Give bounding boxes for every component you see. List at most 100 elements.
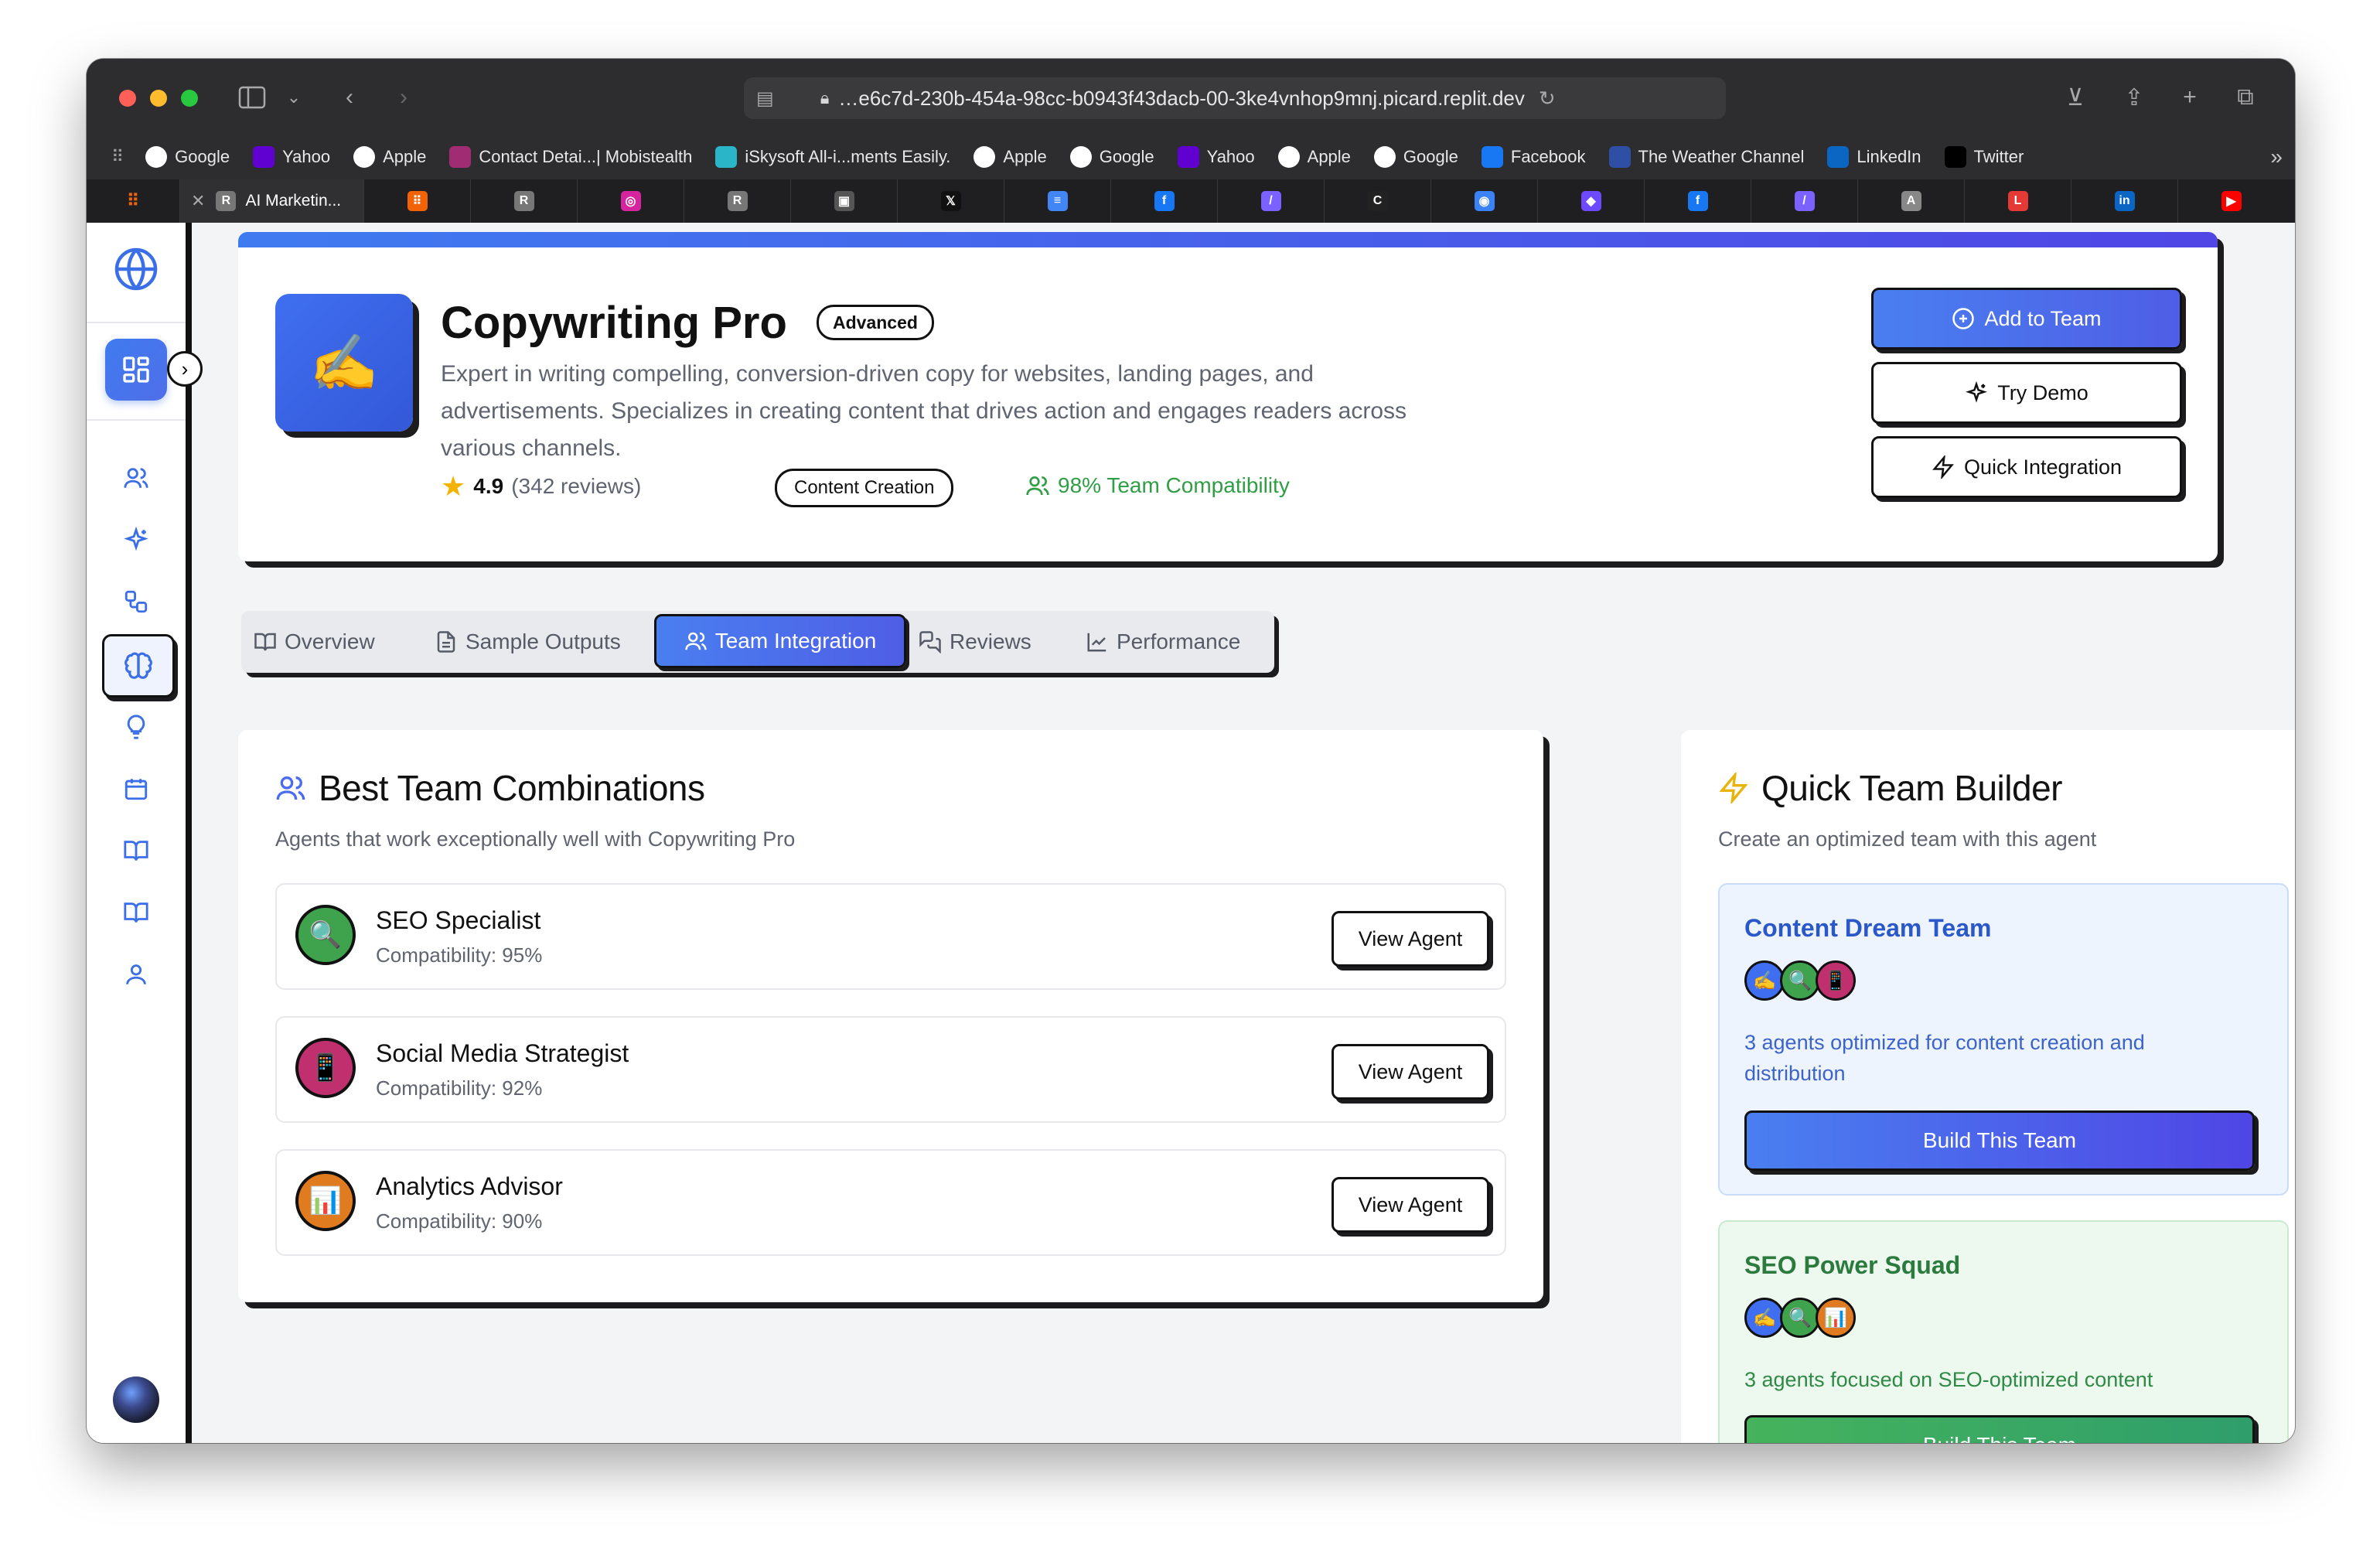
tab-performance[interactable]: Performance — [1086, 620, 1240, 664]
browser-tab[interactable]: / — [1751, 179, 1857, 223]
users-icon[interactable] — [116, 458, 156, 498]
browser-tab[interactable]: f — [1110, 179, 1217, 223]
lock-icon: 🔒︎ — [820, 88, 830, 107]
user-icon[interactable] — [116, 954, 156, 994]
browser-tab[interactable]: in — [2071, 179, 2177, 223]
bookmarks-bar: ⠿ Google Yahoo Apple Contact Detai...| Mobi… — [87, 135, 2295, 179]
browser-tab[interactable]: L — [1964, 179, 2071, 223]
browser-tab[interactable]: R — [684, 179, 790, 223]
apple-icon — [353, 146, 376, 168]
download-icon[interactable]: ⊻ — [2060, 82, 2091, 113]
new-tab-icon[interactable]: + — [2174, 82, 2205, 113]
bookmark-item[interactable]: The Weather Channel — [1608, 146, 1804, 168]
combination-row: 📱 Social Media Strategist Compatibility:… — [275, 1016, 1506, 1123]
quick-integration-button[interactable]: Quick Integration — [1871, 436, 2182, 498]
close-tab-icon[interactable]: ✕ — [191, 191, 205, 211]
close-window-button[interactable] — [119, 90, 136, 107]
member-avatar: 📱 — [1816, 960, 1856, 1001]
build-team-button[interactable]: Build This Team — [1744, 1415, 2255, 1443]
browser-tab[interactable]: ◎ — [577, 179, 684, 223]
browser-tab[interactable]: R — [470, 179, 577, 223]
sidebar-toggle-icon[interactable] — [237, 82, 268, 113]
instagram-icon: ◎ — [620, 191, 641, 211]
book-open-icon[interactable] — [116, 892, 156, 933]
calendar-icon[interactable] — [116, 769, 156, 809]
lightbulb-icon[interactable] — [116, 707, 156, 747]
bookmark-label: Facebook — [1510, 147, 1586, 166]
user-avatar[interactable] — [113, 1376, 159, 1423]
bookmark-item[interactable]: Apple — [353, 146, 426, 168]
browser-tab[interactable]: ▣ — [790, 179, 897, 223]
try-demo-button[interactable]: Try Demo — [1871, 362, 2182, 424]
tab-sample-outputs[interactable]: Sample Outputs — [435, 620, 621, 664]
c-icon: C — [1367, 191, 1388, 211]
browser-tab[interactable]: f — [1644, 179, 1751, 223]
maximize-window-button[interactable] — [181, 90, 198, 107]
dashboard-icon[interactable] — [105, 339, 167, 401]
tab-strip: ⠿ ✕ R AI Marketin... ⠿ R ◎ R ▣ 𝕏 ≡ f / C ◉ ◆ f / A Lin ▶ — [87, 179, 2295, 223]
share-icon[interactable]: ⇪ — [2119, 82, 2150, 113]
pen-icon: / — [1794, 191, 1815, 211]
more-bookmarks-icon[interactable]: » — [2270, 145, 2283, 169]
tab-replit[interactable]: ⠿ — [87, 179, 179, 223]
sparkles-icon[interactable] — [116, 520, 156, 560]
tab-active[interactable]: ✕ R AI Marketin... — [179, 179, 363, 223]
view-agent-button[interactable]: View Agent — [1332, 1044, 1489, 1100]
bookmark-item[interactable]: Yahoo — [253, 146, 330, 168]
build-team-button[interactable]: Build This Team — [1744, 1110, 2255, 1171]
left-sidebar: › — [87, 223, 203, 1443]
workflow-icon[interactable] — [116, 582, 156, 622]
bookmark-item[interactable]: Apple — [973, 146, 1047, 168]
browser-tab[interactable]: ◆ — [1537, 179, 1644, 223]
book-open-icon[interactable] — [116, 831, 156, 871]
browser-tab[interactable]: / — [1217, 179, 1324, 223]
apps-grid-icon[interactable]: ⠿ — [111, 147, 124, 167]
browser-tab[interactable]: ▶ — [2177, 179, 2284, 223]
tab-overview[interactable]: Overview — [254, 620, 375, 664]
compatibility-text: 98% Team Compatibility — [1058, 473, 1290, 497]
back-icon[interactable]: ‹ — [334, 82, 365, 113]
browser-tab[interactable]: C — [1324, 179, 1430, 223]
tab-reviews[interactable]: Reviews — [919, 620, 1031, 664]
browser-tab[interactable]: ◉ — [1430, 179, 1537, 223]
bookmark-item[interactable]: Google — [1069, 146, 1154, 168]
mobistealth-icon — [449, 146, 472, 168]
reload-icon[interactable]: ↻ — [1539, 87, 1556, 111]
sidebar-divider — [87, 322, 186, 323]
level-badge: Advanced — [817, 305, 934, 340]
page-settings-icon[interactable]: ▤ — [756, 87, 774, 110]
bookmark-item[interactable]: Contact Detai...| Mobistealth — [449, 146, 692, 168]
bookmark-item[interactable]: Yahoo — [1177, 146, 1255, 168]
apple-icon — [973, 146, 996, 168]
tab-overview-icon[interactable]: ⧉ — [2230, 82, 2261, 113]
add-to-team-button[interactable]: Add to Team — [1871, 288, 2182, 350]
bookmark-item[interactable]: Google — [1373, 146, 1458, 168]
browser-tab[interactable]: 𝕏 — [897, 179, 1004, 223]
bookmark-item[interactable]: Facebook — [1481, 146, 1586, 168]
browser-tab[interactable]: ⠿ — [363, 179, 470, 223]
minimize-window-button[interactable] — [150, 90, 167, 107]
browser-tab[interactable]: ≡ — [1004, 179, 1110, 223]
x-twitter-icon — [1944, 146, 1966, 168]
forward-icon[interactable]: › — [388, 82, 419, 113]
plus-circle-icon — [1952, 308, 1975, 329]
team-description: 3 agents focused on SEO-optimized conten… — [1744, 1368, 2153, 1391]
team-description: 3 agents optimized for content creation … — [1744, 1031, 2145, 1085]
bookmark-item[interactable]: Twitter — [1944, 146, 2024, 168]
bookmark-item[interactable]: Apple — [1277, 146, 1351, 168]
browser-tab[interactable]: A — [1857, 179, 1964, 223]
bookmark-item[interactable]: Google — [145, 146, 230, 168]
sidebar-expand-button[interactable]: › — [167, 351, 203, 387]
bookmark-item[interactable]: LinkedIn — [1827, 146, 1921, 168]
agent-name: Social Media Strategist — [376, 1039, 629, 1067]
agent-avatar: 📊 — [295, 1171, 356, 1231]
address-bar[interactable]: ▤ 🔒︎ …e6c7d-230b-454a-98cc-b0943f43dacb-… — [744, 77, 1726, 119]
globe-logo-icon[interactable] — [111, 244, 161, 294]
brain-icon[interactable] — [102, 634, 175, 698]
view-agent-button[interactable]: View Agent — [1332, 911, 1489, 967]
chevron-right-icon: › — [181, 356, 189, 380]
view-agent-button[interactable]: View Agent — [1332, 1177, 1489, 1233]
tab-team-integration[interactable]: Team Integration — [654, 614, 906, 668]
bookmark-item[interactable]: iSkysoft All-i...ments Easily. — [715, 146, 950, 168]
chevron-down-icon[interactable]: ⌄ — [278, 82, 309, 113]
